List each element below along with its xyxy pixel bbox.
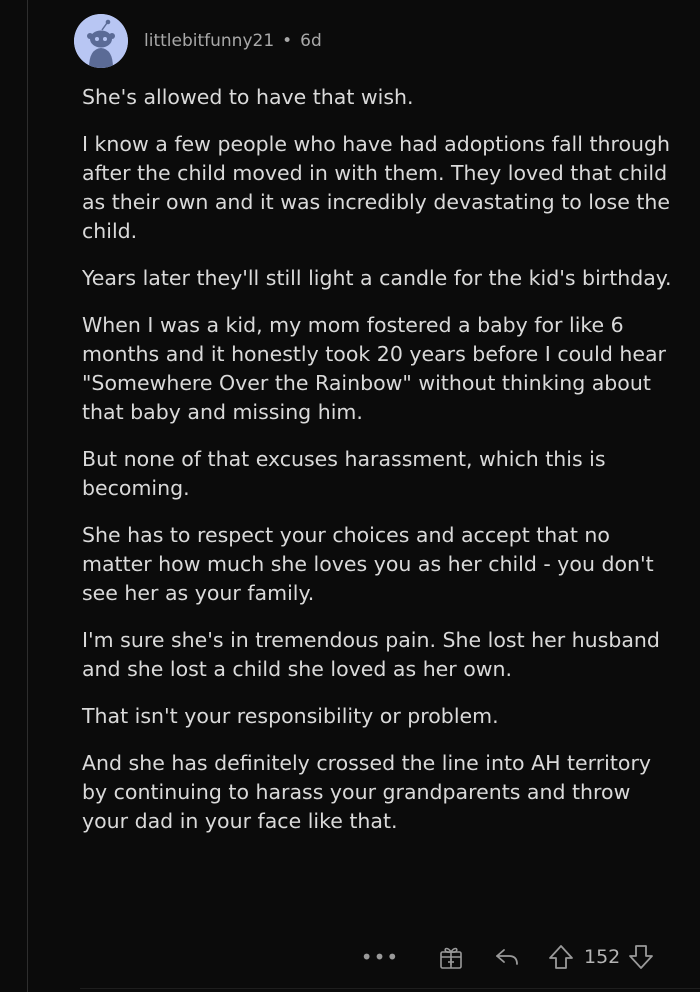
divider bbox=[80, 988, 700, 989]
comment-body: She's allowed to have that wish. I know … bbox=[82, 83, 682, 854]
comment-header: littlebitfunny21 • 6d bbox=[74, 14, 322, 68]
upvote-icon[interactable] bbox=[544, 943, 578, 971]
meta-separator: • bbox=[282, 31, 293, 51]
comment: littlebitfunny21 • 6d She's allowed to h… bbox=[0, 0, 700, 992]
comment-paragraph: And she has definitely crossed the line … bbox=[82, 751, 652, 833]
username[interactable]: littlebitfunny21 bbox=[144, 31, 274, 51]
comment-age: 6d bbox=[300, 31, 322, 51]
comment-paragraph: That isn't your responsibility or proble… bbox=[82, 704, 499, 728]
comment-paragraph: Years later they'll still light a candle… bbox=[82, 266, 672, 290]
comment-paragraph: I know a few people who have had adoptio… bbox=[82, 132, 670, 243]
comment-paragraph: But none of that excuses harassment, whi… bbox=[82, 447, 606, 500]
award-icon[interactable] bbox=[434, 943, 468, 971]
reply-icon[interactable] bbox=[490, 943, 524, 971]
downvote-icon[interactable] bbox=[626, 943, 656, 971]
comment-paragraph: She's allowed to have that wish. bbox=[82, 85, 414, 109]
more-options-icon[interactable]: ••• bbox=[360, 945, 400, 969]
comment-actions: ••• 152 bbox=[360, 940, 656, 974]
comment-paragraph: When I was a kid, my mom fostered a baby… bbox=[82, 313, 666, 424]
comment-paragraph: I'm sure she's in tremendous pain. She l… bbox=[82, 628, 660, 681]
comment-paragraph: She has to respect your choices and acce… bbox=[82, 523, 654, 605]
snoo-avatar-icon[interactable] bbox=[74, 14, 128, 68]
vote-score: 152 bbox=[584, 946, 621, 968]
